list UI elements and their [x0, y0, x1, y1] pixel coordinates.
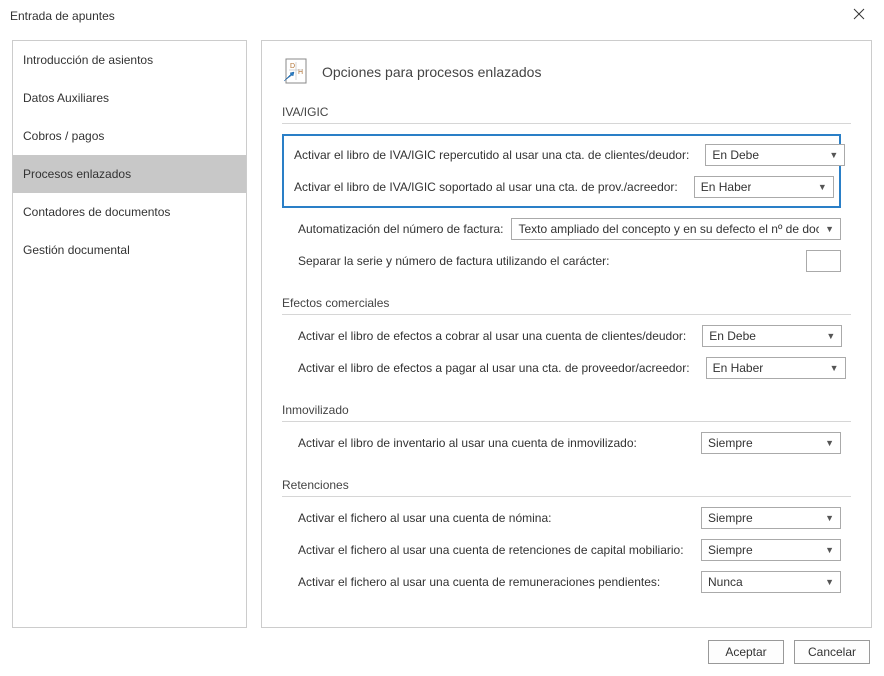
label-efectos-cobrar: Activar el libro de efectos a cobrar al …	[298, 329, 686, 343]
chevron-down-icon: ▼	[826, 331, 835, 341]
select-value: Siempre	[708, 511, 753, 525]
chevron-down-icon: ▼	[830, 363, 839, 373]
section-heading-inmov: Inmovilizado	[282, 403, 851, 422]
input-separador[interactable]	[806, 250, 841, 272]
select-ret-remuneraciones[interactable]: Nunca ▼	[701, 571, 841, 593]
body-area: Introducción de asientos Datos Auxiliare…	[0, 30, 884, 628]
row-ret-nomina: Activar el fichero al usar una cuenta de…	[298, 507, 841, 529]
row-separar-caracter: Separar la serie y número de factura uti…	[298, 250, 841, 272]
row-iva-soportado: Activar el libro de IVA/IGIC soportado a…	[294, 176, 829, 198]
section-heading-efectos: Efectos comerciales	[282, 296, 851, 315]
sidebar-item-label: Contadores de documentos	[23, 205, 170, 219]
row-ret-remuneraciones: Activar el fichero al usar una cuenta de…	[298, 571, 841, 593]
select-iva-repercutido[interactable]: En Debe ▼	[705, 144, 845, 166]
chevron-down-icon: ▼	[825, 545, 834, 555]
row-inventario: Activar el libro de inventario al usar u…	[298, 432, 841, 454]
select-ret-nomina[interactable]: Siempre ▼	[701, 507, 841, 529]
sidebar-item-gestion-documental[interactable]: Gestión documental	[13, 231, 246, 269]
sidebar-item-label: Gestión documental	[23, 243, 130, 257]
label-efectos-pagar: Activar el libro de efectos a pagar al u…	[298, 361, 690, 375]
select-value: Siempre	[708, 543, 753, 557]
sidebar-item-procesos-enlazados[interactable]: Procesos enlazados	[13, 155, 246, 193]
label-automatizacion: Automatización del número de factura:	[298, 222, 503, 236]
select-value: En Haber	[701, 180, 752, 194]
select-value: En Debe	[709, 329, 756, 343]
section-heading-iva: IVA/IGIC	[282, 105, 851, 124]
chevron-down-icon: ▼	[825, 438, 834, 448]
label-ret-capital: Activar el fichero al usar una cuenta de…	[298, 543, 684, 557]
label-ret-remuneraciones: Activar el fichero al usar una cuenta de…	[298, 575, 660, 589]
sidebar-item-label: Introducción de asientos	[23, 53, 153, 67]
sidebar-item-contadores[interactable]: Contadores de documentos	[13, 193, 246, 231]
select-inventario[interactable]: Siempre ▼	[701, 432, 841, 454]
main-panel: D H Opciones para procesos enlazados IVA…	[261, 40, 872, 628]
row-iva-repercutido: Activar el libro de IVA/IGIC repercutido…	[294, 144, 829, 166]
dialog-footer: Aceptar Cancelar	[0, 628, 884, 676]
label-iva-soportado: Activar el libro de IVA/IGIC soportado a…	[294, 180, 678, 194]
chevron-down-icon: ▼	[818, 182, 827, 192]
chevron-down-icon: ▼	[829, 150, 838, 160]
dialog-window: Entrada de apuntes Introducción de asien…	[0, 0, 884, 659]
section-heading-ret: Retenciones	[282, 478, 851, 497]
sidebar-item-label: Cobros / pagos	[23, 129, 104, 143]
select-automatizacion[interactable]: Texto ampliado del concepto y en su defe…	[511, 218, 841, 240]
chevron-down-icon: ▼	[825, 577, 834, 587]
row-efectos-pagar: Activar el libro de efectos a pagar al u…	[298, 357, 841, 379]
label-separar: Separar la serie y número de factura uti…	[298, 254, 610, 268]
sidebar-item-label: Datos Auxiliares	[23, 91, 109, 105]
cancel-button[interactable]: Cancelar	[794, 640, 870, 664]
sidebar-item-datos-auxiliares[interactable]: Datos Auxiliares	[13, 79, 246, 117]
sidebar-item-cobros-pagos[interactable]: Cobros / pagos	[13, 117, 246, 155]
chevron-down-icon: ▼	[825, 513, 834, 523]
close-icon[interactable]	[844, 6, 874, 26]
select-iva-soportado[interactable]: En Haber ▼	[694, 176, 834, 198]
svg-text:D: D	[290, 63, 295, 70]
panel-title: Opciones para procesos enlazados	[322, 64, 541, 80]
select-value: En Debe	[712, 148, 759, 162]
chevron-down-icon: ▼	[825, 224, 834, 234]
row-efectos-cobrar: Activar el libro de efectos a cobrar al …	[298, 325, 841, 347]
label-iva-repercutido: Activar el libro de IVA/IGIC repercutido…	[294, 148, 689, 162]
select-ret-capital[interactable]: Siempre ▼	[701, 539, 841, 561]
label-inventario: Activar el libro de inventario al usar u…	[298, 436, 637, 450]
panel-header: D H Opciones para procesos enlazados	[282, 57, 851, 87]
row-automatizacion-factura: Automatización del número de factura: Te…	[298, 218, 841, 240]
select-value: Nunca	[708, 575, 743, 589]
highlighted-group: Activar el libro de IVA/IGIC repercutido…	[282, 134, 841, 208]
sidebar: Introducción de asientos Datos Auxiliare…	[12, 40, 247, 628]
sidebar-item-introduccion[interactable]: Introducción de asientos	[13, 41, 246, 79]
select-efectos-cobrar[interactable]: En Debe ▼	[702, 325, 842, 347]
select-value: Texto ampliado del concepto y en su defe…	[518, 222, 819, 236]
sidebar-item-label: Procesos enlazados	[23, 167, 131, 181]
select-value: Siempre	[708, 436, 753, 450]
titlebar: Entrada de apuntes	[0, 0, 884, 30]
select-efectos-pagar[interactable]: En Haber ▼	[706, 357, 846, 379]
row-ret-capital: Activar el fichero al usar una cuenta de…	[298, 539, 841, 561]
accept-button[interactable]: Aceptar	[708, 640, 784, 664]
select-value: En Haber	[713, 361, 764, 375]
document-link-icon: D H	[282, 57, 312, 87]
window-title: Entrada de apuntes	[10, 9, 115, 23]
label-ret-nomina: Activar el fichero al usar una cuenta de…	[298, 511, 551, 525]
